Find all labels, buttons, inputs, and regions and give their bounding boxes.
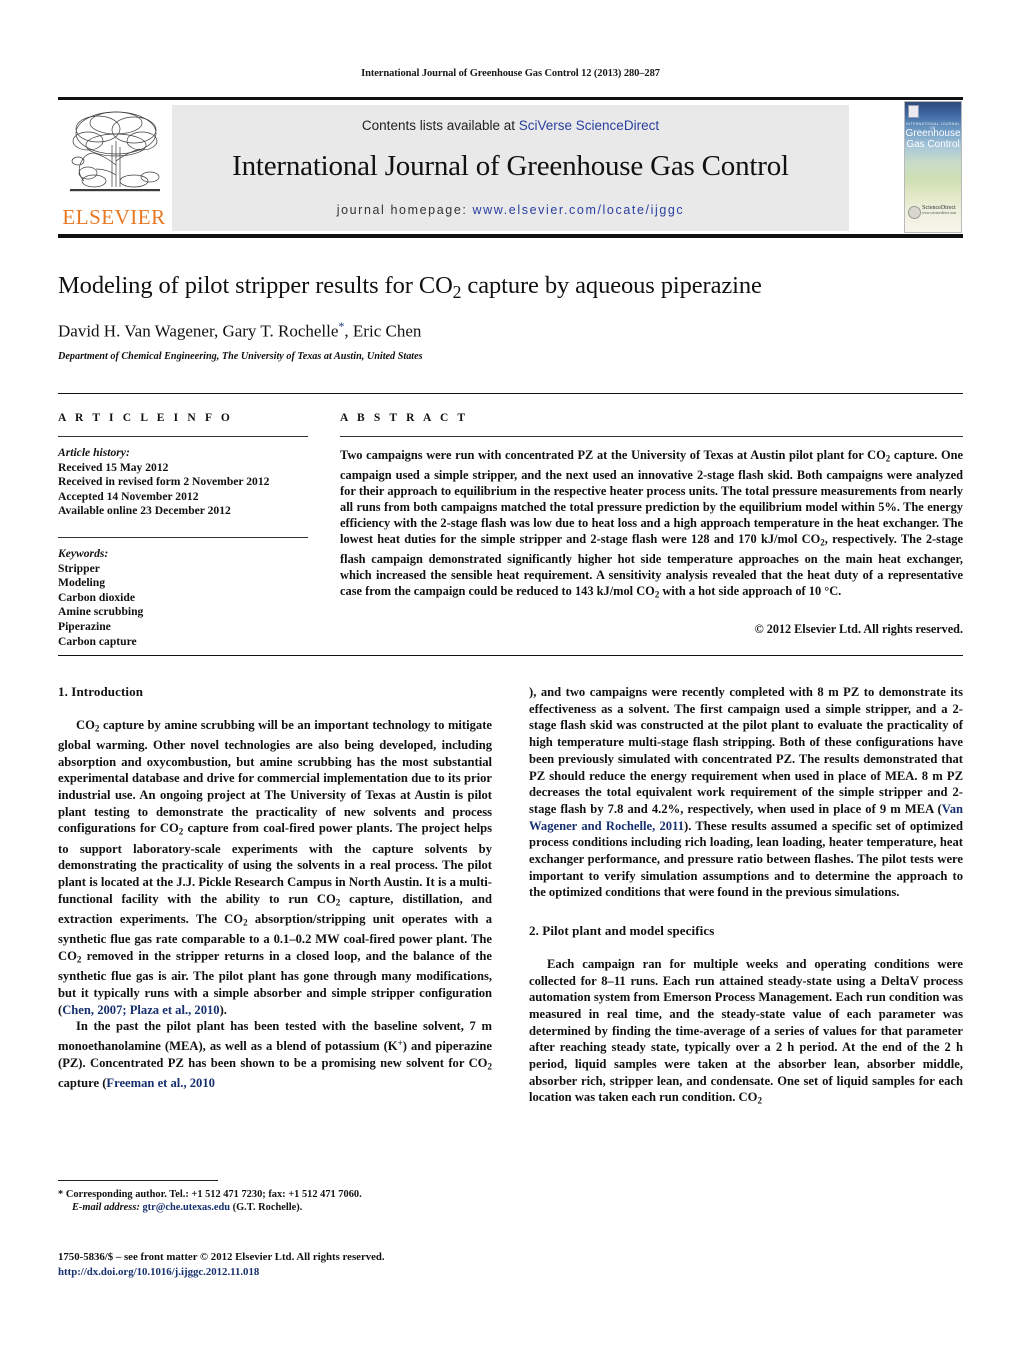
issn-copyright-line: 1750-5836/$ – see front matter © 2012 El…: [58, 1251, 385, 1263]
history-item: Received in revised form 2 November 2012: [58, 475, 270, 489]
journal-article-page: International Journal of Greenhouse Gas …: [0, 0, 1021, 1351]
elsevier-logo: ELSEVIER: [60, 105, 168, 231]
author-affiliation: Department of Chemical Engineering, The …: [58, 350, 423, 362]
elsevier-tree-icon: [64, 105, 164, 201]
abstract-section-rule: [58, 655, 963, 656]
abstract-block: A B S T R A C T Two campaigns were run w…: [340, 412, 963, 637]
intro-paragraph-1: CO2 capture by amine scrubbing will be a…: [58, 717, 492, 1019]
body-column-left: 1. Introduction CO2 capture by amine scr…: [58, 684, 492, 1091]
p2-sub-1: 2: [487, 1061, 492, 1072]
email-note: E-mail address: gtr@che.utexas.edu (G.T.…: [58, 1201, 492, 1214]
keyword-item: Modeling: [58, 576, 106, 590]
abstract-rule: [340, 436, 963, 437]
abstract-seg-1: Two campaigns were run with concentrated…: [340, 448, 886, 462]
title-section-rule: [58, 393, 963, 394]
abstract-seg-4: with a hot side approach of 10 °C.: [659, 583, 842, 598]
tree-illustration: [70, 111, 160, 192]
citation-link-chen-plaza[interactable]: Chen, 2007; Plaza et al., 2010: [62, 1003, 219, 1017]
email-tail: (G.T. Rochelle).: [230, 1202, 303, 1214]
article-title-part1: Modeling of pilot stripper results for C…: [58, 272, 453, 299]
cover-name-line-1: Greenhouse: [905, 128, 961, 139]
doi-link[interactable]: http://dx.doi.org/10.1016/j.ijggc.2012.1…: [58, 1266, 259, 1278]
pilot-sub: 2: [757, 1096, 762, 1106]
authors-main: David H. Van Wagener, Gary T. Rochelle: [58, 321, 339, 341]
journal-cover-thumbnail: INTERNATIONAL JOURNAL OF Greenhouse Gas …: [848, 97, 963, 234]
history-item: Available online 23 December 2012: [58, 504, 231, 518]
article-title-part2: capture by aqueous piperazine: [461, 272, 762, 299]
footnote-block: * Corresponding author. Tel.: +1 512 471…: [58, 1188, 492, 1215]
keywords-label: Keywords:: [58, 546, 109, 560]
contents-list-line: Contents lists available at SciVerse Sci…: [172, 118, 849, 133]
article-history-label: Article history:: [58, 446, 130, 459]
keyword-item: Carbon dioxide: [58, 590, 135, 604]
pilot-paragraph-1: Each campaign ran for multiple weeks and…: [529, 956, 963, 1110]
intro-paragraph-2: In the past the pilot plant has been tes…: [58, 1018, 492, 1091]
history-item: Received 15 May 2012: [58, 460, 169, 474]
masthead-band: Contents lists available at SciVerse Sci…: [172, 105, 849, 231]
pilot-seg-a: Each campaign ran for multiple weeks and…: [529, 956, 963, 1105]
abstract-text: Two campaigns were run with concentrated…: [340, 447, 963, 602]
citation-link-freeman[interactable]: Freeman et al., 2010: [106, 1076, 215, 1090]
masthead-top-rule: [58, 97, 963, 100]
cover-artwork: INTERNATIONAL JOURNAL OF Greenhouse Gas …: [904, 101, 962, 233]
article-title-block: Modeling of pilot stripper results for C…: [58, 272, 963, 362]
p2-seg-c: capture (: [58, 1075, 107, 1090]
cover-journal-name: Greenhouse Gas Control: [905, 128, 961, 150]
corresponding-author-text: Corresponding author. Tel.: +1 512 471 7…: [65, 1189, 362, 1200]
p1-seg-a: CO: [76, 717, 95, 732]
homepage-prefix: journal homepage:: [336, 203, 473, 217]
elsevier-wordmark: ELSEVIER: [62, 205, 166, 229]
email-label: E-mail address:: [72, 1202, 140, 1214]
keyword-item: Amine scrubbing: [58, 605, 144, 619]
journal-homepage-line: journal homepage: www.elsevier.com/locat…: [172, 203, 849, 217]
keyword-item: Stripper: [58, 561, 100, 575]
p2-seg-d: ), and two campaigns were recently compl…: [529, 685, 963, 816]
article-info-block: A R T I C L E I N F O Article history: R…: [58, 412, 308, 649]
section-heading-introduction: 1. Introduction: [58, 684, 144, 699]
journal-masthead: ELSEVIER Contents lists available at Sci…: [58, 97, 963, 238]
article-info-heading: A R T I C L E I N F O: [58, 412, 233, 424]
footnote-separator-rule: [58, 1180, 218, 1181]
keywords-rule: [58, 536, 308, 538]
article-title: Modeling of pilot stripper results for C…: [58, 272, 963, 303]
p1-seg-g: ).: [219, 1002, 227, 1017]
keywords-group: Keywords: Stripper Modeling Carbon dioxi…: [58, 547, 308, 649]
cover-name-line-2: Gas Control: [906, 139, 960, 150]
keyword-item: Carbon capture: [58, 634, 137, 648]
intro-paragraph-2-continued: ), and two campaigns were recently compl…: [529, 684, 963, 901]
cover-publisher-mark: [908, 105, 919, 118]
abstract-copyright: © 2012 Elsevier Ltd. All rights reserved…: [754, 622, 963, 637]
masthead-bottom-rule: [58, 234, 963, 238]
p1-seg-b: capture by amine scrubbing will be an im…: [58, 717, 492, 836]
email-link[interactable]: gtr@che.utexas.edu: [142, 1202, 230, 1213]
article-info-rule: [58, 436, 308, 437]
running-head: International Journal of Greenhouse Gas …: [361, 68, 660, 79]
abstract-heading: A B S T R A C T: [340, 412, 469, 424]
cover-footer-small: www.sciencedirect.com: [921, 210, 957, 215]
authors-tail: , Eric Chen: [344, 321, 422, 341]
author-list: David H. Van Wagener, Gary T. Rochelle*,…: [58, 319, 963, 342]
history-item: Accepted 14 November 2012: [58, 489, 199, 503]
journal-homepage-link[interactable]: www.elsevier.com/locate/ijggc: [473, 203, 685, 217]
sciencedirect-link[interactable]: SciVerse ScienceDirect: [519, 118, 659, 133]
cover-footer-text: ScienceDirect www.sciencedirect.com: [919, 205, 959, 215]
footnote-star: *: [58, 1189, 64, 1200]
journal-title: International Journal of Greenhouse Gas …: [232, 150, 789, 182]
cover-footer-big: ScienceDirect: [922, 205, 956, 211]
imprint-block: 1750-5836/$ – see front matter © 2012 El…: [58, 1250, 528, 1279]
article-history-group: Article history: Received 15 May 2012 Re…: [58, 446, 308, 519]
corresponding-author-note: * Corresponding author. Tel.: +1 512 471…: [58, 1188, 492, 1201]
contents-prefix: Contents lists available at: [361, 118, 519, 133]
section-heading-pilot-plant: 2. Pilot plant and model specifics: [529, 923, 715, 939]
body-column-right: ), and two campaigns were recently compl…: [529, 684, 963, 1110]
keyword-item: Piperazine: [58, 619, 111, 633]
